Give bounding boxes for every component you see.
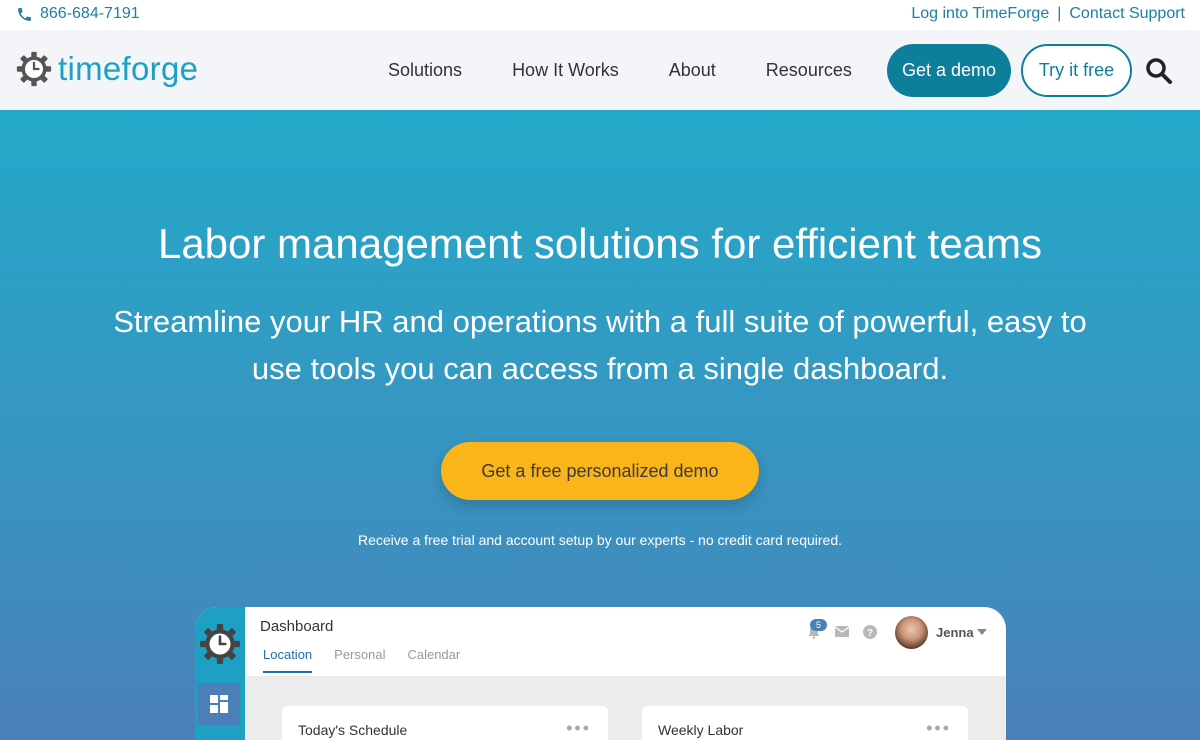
logo[interactable]: timeforge	[16, 51, 198, 87]
tab-location[interactable]: Location	[263, 647, 313, 673]
svg-text:?: ?	[867, 628, 873, 639]
mail-icon[interactable]	[835, 626, 849, 638]
dashboard-tabs: Location Personal Calendar	[263, 647, 460, 673]
grid-icon	[210, 695, 228, 713]
hero-title: Labor management solutions for efficient…	[157, 220, 1043, 267]
notification-badge: 5	[810, 619, 827, 631]
tab-personal[interactable]: Personal	[334, 647, 385, 673]
trial-note: Receive a free trial and account setup b…	[357, 532, 843, 548]
schedule-card: Today's Schedule •••	[282, 706, 608, 740]
get-a-demo-button[interactable]: Get a demo	[887, 44, 1011, 97]
hero-subtitle: Streamline your HR and operations with a…	[113, 304, 1087, 386]
phone-icon	[18, 7, 31, 21]
dashboard-title: Dashboard	[260, 618, 334, 635]
nav-menu: Solutions How It Works About Resources	[388, 60, 852, 81]
top-links: Log into TimeForge | Contact Support	[911, 5, 1185, 23]
weekly-labor-card: Weekly Labor •••	[642, 706, 968, 740]
dashboard-toolbar: 5 ?	[807, 619, 877, 639]
help-icon[interactable]: ?	[863, 625, 877, 639]
tab-calendar[interactable]: Calendar	[407, 647, 460, 673]
link-separator: |	[1057, 5, 1062, 22]
bell-icon[interactable]: 5	[807, 619, 827, 639]
card-title: Weekly Labor	[658, 722, 744, 738]
avatar[interactable]	[895, 616, 928, 649]
contact-support-link[interactable]: Contact Support	[1069, 5, 1185, 23]
dashboard-preview: Dashboard Location Personal Calendar 5 ?…	[195, 607, 1006, 740]
phone-link[interactable]: 866-684-7191	[16, 5, 140, 23]
dashboard-sidebar	[195, 607, 245, 740]
card-title: Today's Schedule	[298, 722, 408, 738]
more-menu-icon[interactable]: •••	[566, 718, 591, 739]
more-menu-icon[interactable]: •••	[926, 718, 951, 739]
nav-item-how-it-works[interactable]: How It Works	[512, 60, 619, 81]
gear-clock-icon	[16, 51, 52, 87]
try-it-free-button[interactable]: Try it free	[1021, 44, 1132, 97]
nav-item-solutions[interactable]: Solutions	[388, 60, 462, 81]
free-demo-button[interactable]: Get a free personalized demo	[441, 442, 759, 500]
dashboard-body: Today's Schedule ••• Weekly Labor •••	[245, 676, 1006, 740]
dashboard-nav-tile[interactable]	[198, 683, 240, 725]
login-link[interactable]: Log into TimeForge	[911, 5, 1049, 23]
user-name[interactable]: Jenna	[936, 625, 974, 640]
gear-clock-icon	[200, 624, 240, 664]
top-utility-bar: 866-684-7191 Log into TimeForge | Contac…	[0, 0, 1200, 30]
nav-item-resources[interactable]: Resources	[766, 60, 852, 81]
main-navigation: timeforge Solutions How It Works About R…	[0, 30, 1200, 110]
nav-item-about[interactable]: About	[669, 60, 716, 81]
hero-section: Labor management solutions for efficient…	[0, 110, 1200, 740]
chevron-down-icon[interactable]	[977, 629, 987, 635]
phone-number: 866-684-7191	[40, 5, 140, 22]
search-icon[interactable]	[1145, 57, 1173, 85]
logo-text: timeforge	[58, 50, 199, 87]
